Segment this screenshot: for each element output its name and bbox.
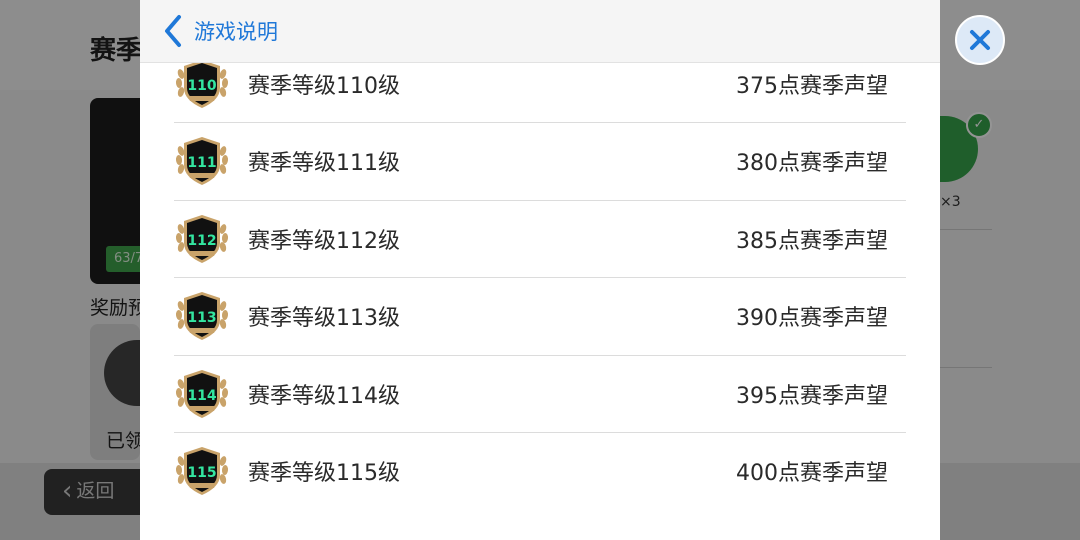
list-item: 111 赛季等级111级 380点赛季声望 (174, 123, 906, 201)
level-badge-icon: 110 (175, 59, 229, 108)
back-button[interactable]: 游戏说明 (162, 14, 278, 48)
level-reward-list[interactable]: 110 赛季等级110级 375点赛季声望 111 赛季等级111级 380点赛… (174, 45, 906, 510)
reward-label: 380点赛季声望 (736, 151, 888, 177)
modal-header: 游戏说明 (140, 0, 940, 63)
reward-label: 400点赛季声望 (736, 461, 888, 487)
close-button[interactable] (955, 15, 1005, 65)
level-badge-icon: 111 (175, 137, 229, 186)
level-badge-icon: 113 (175, 292, 229, 341)
list-item: 112 赛季等级112级 385点赛季声望 (174, 201, 906, 278)
badge-number: 113 (187, 310, 216, 326)
list-item: 114 赛季等级114级 395点赛季声望 (174, 356, 906, 433)
level-label: 赛季等级111级 (248, 151, 400, 177)
list-item: 113 赛季等级113级 390点赛季声望 (174, 278, 906, 356)
level-label: 赛季等级112级 (248, 228, 400, 254)
back-label: 游戏说明 (194, 20, 278, 44)
badge-number: 112 (187, 233, 216, 249)
level-badge-icon: 112 (175, 214, 229, 263)
game-instructions-modal: 游戏说明 110 赛季等级110级 375点赛季声望 111 赛季等级111级 … (140, 0, 940, 540)
badge-number: 111 (187, 155, 216, 171)
badge-number: 115 (187, 465, 216, 481)
level-label: 赛季等级114级 (248, 383, 400, 409)
level-label: 赛季等级110级 (248, 73, 400, 99)
reward-label: 395点赛季声望 (736, 383, 888, 409)
badge-number: 110 (187, 78, 216, 94)
level-label: 赛季等级113级 (248, 306, 400, 332)
reward-label: 385点赛季声望 (736, 228, 888, 254)
close-icon (970, 30, 990, 50)
chevron-left-icon (165, 15, 181, 47)
reward-label: 375点赛季声望 (736, 73, 888, 99)
level-label: 赛季等级115级 (248, 461, 400, 487)
level-badge-icon: 114 (175, 369, 229, 418)
list-item: 115 赛季等级115级 400点赛季声望 (174, 433, 906, 510)
level-badge-icon: 115 (175, 447, 229, 496)
reward-label: 390点赛季声望 (736, 306, 888, 332)
badge-number: 114 (187, 388, 216, 404)
